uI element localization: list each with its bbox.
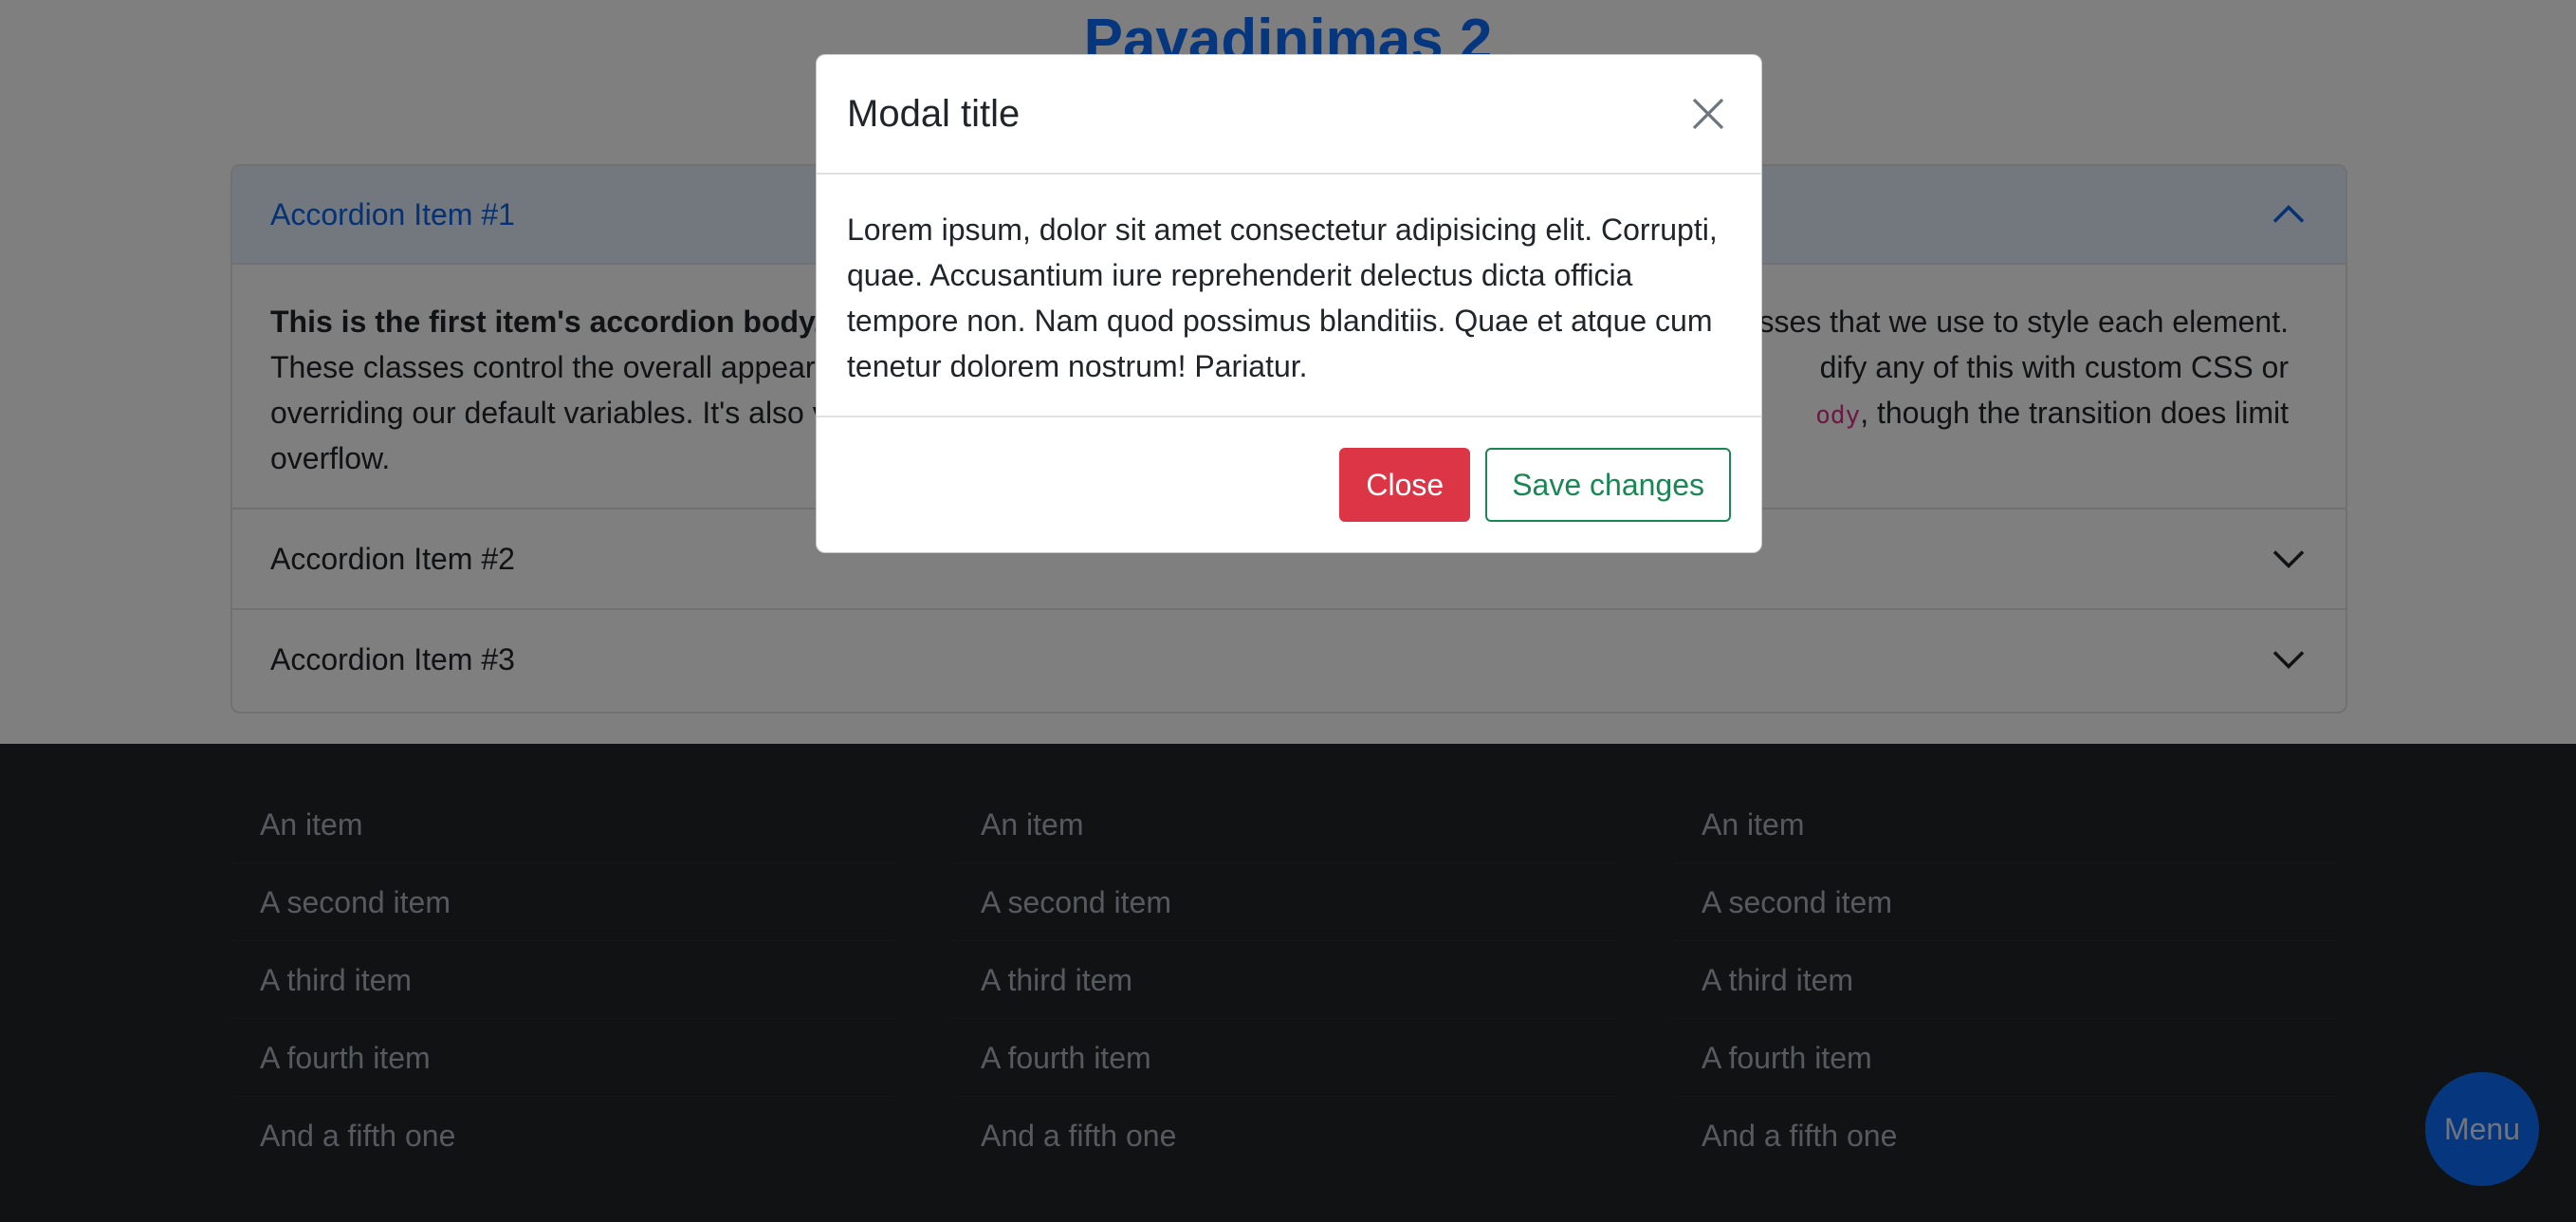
modal-dialog: Modal title Lorem ipsum, dolor sit amet … [816,54,1762,553]
close-icon[interactable] [1685,91,1731,137]
save-changes-button[interactable]: Save changes [1485,448,1731,522]
close-button[interactable]: Close [1339,448,1471,522]
modal-header: Modal title [817,55,1761,175]
modal-footer: Close Save changes [817,417,1761,552]
modal-body: Lorem ipsum, dolor sit amet consectetur … [817,175,1761,417]
modal-title: Modal title [847,92,1021,135]
